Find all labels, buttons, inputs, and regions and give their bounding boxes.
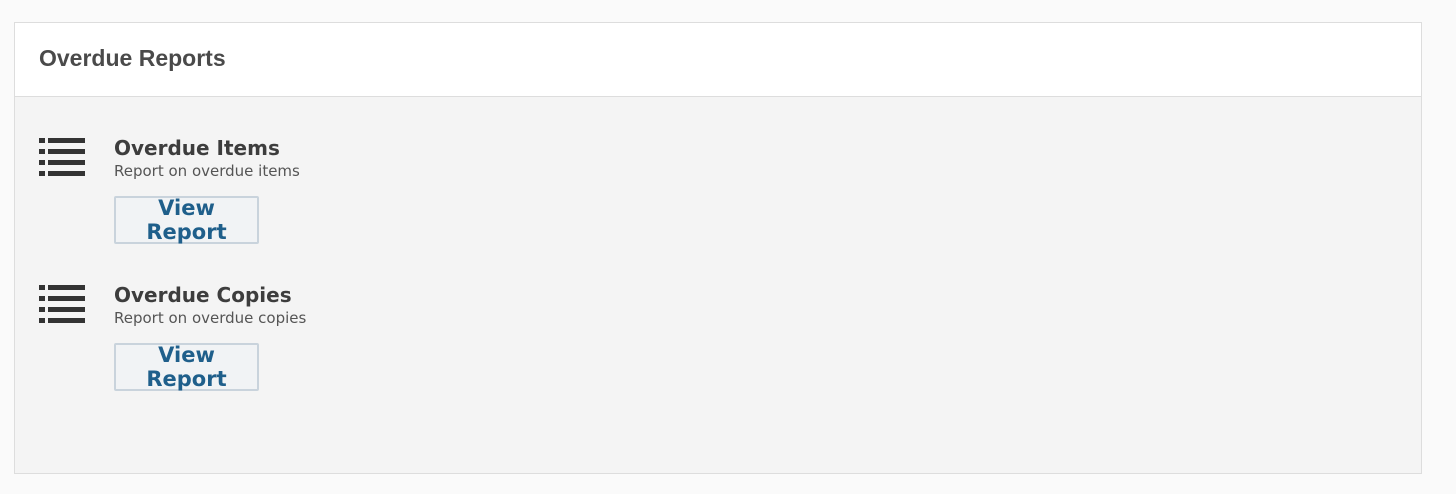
- panel-header: Overdue Reports: [15, 23, 1421, 97]
- view-report-button[interactable]: View Report: [114, 196, 259, 244]
- report-description: Report on overdue items: [114, 162, 300, 180]
- list-icon: [39, 285, 85, 323]
- report-overdue-copies: Overdue Copies Report on overdue copies …: [39, 283, 639, 415]
- report-title: Overdue Items: [114, 136, 280, 160]
- overdue-reports-panel: Overdue Reports Overdue Items Report on …: [14, 22, 1422, 474]
- report-overdue-items: Overdue Items Report on overdue items Vi…: [39, 136, 639, 268]
- report-description: Report on overdue copies: [114, 309, 307, 327]
- report-title: Overdue Copies: [114, 283, 292, 307]
- list-icon: [39, 138, 85, 176]
- view-report-button[interactable]: View Report: [114, 343, 259, 391]
- panel-title: Overdue Reports: [39, 45, 226, 71]
